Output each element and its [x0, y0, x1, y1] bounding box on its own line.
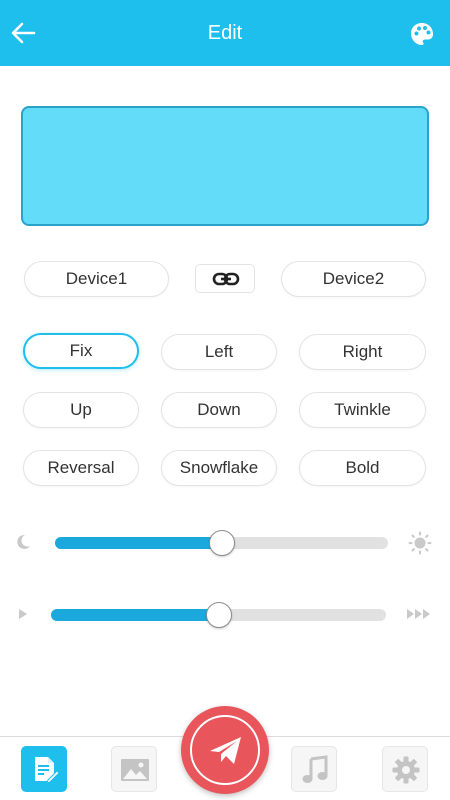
slider-thumb[interactable] [208, 530, 235, 556]
image-icon [121, 759, 149, 781]
link-devices-button[interactable] [195, 264, 255, 293]
top-app-bar: Edit [0, 0, 450, 66]
slider-thumb[interactable] [205, 602, 232, 628]
music-icon [302, 755, 328, 783]
brightness-slider[interactable] [55, 528, 388, 558]
page-title: Edit [207, 22, 243, 44]
speed-slider[interactable] [51, 600, 386, 630]
device1-button[interactable]: Device1 [24, 261, 169, 297]
palette-button[interactable] [406, 18, 438, 50]
link-icon [212, 272, 240, 286]
led-preview-panel[interactable] [21, 106, 429, 226]
play-icon [19, 609, 27, 619]
effect-left-button[interactable]: Left [161, 334, 277, 370]
effect-down-button[interactable]: Down [161, 392, 277, 428]
effect-up-button[interactable]: Up [23, 392, 139, 428]
edit-document-icon [35, 757, 59, 784]
slider-fill [51, 609, 219, 621]
moon-icon [17, 534, 30, 549]
effect-fix-button[interactable]: Fix [23, 333, 139, 369]
sun-icon [408, 531, 432, 555]
effect-right-button[interactable]: Right [299, 334, 426, 370]
palette-icon [411, 23, 433, 45]
effect-bold-button[interactable]: Bold [299, 450, 426, 486]
slider-fill [55, 537, 222, 549]
gear-icon [392, 756, 420, 784]
device2-button[interactable]: Device2 [281, 261, 426, 297]
effect-snowflake-button[interactable]: Snowflake [161, 450, 277, 486]
send-icon [210, 737, 241, 764]
send-button-ring [190, 715, 260, 785]
nav-settings-button[interactable] [382, 746, 428, 792]
nav-edit-button[interactable] [21, 746, 67, 792]
nav-image-button[interactable] [111, 746, 157, 792]
effect-twinkle-button[interactable]: Twinkle [299, 392, 426, 428]
effect-reversal-button[interactable]: Reversal [23, 450, 139, 486]
nav-music-button[interactable] [291, 746, 337, 792]
fast-forward-icon [407, 609, 430, 619]
send-button[interactable] [181, 706, 269, 794]
